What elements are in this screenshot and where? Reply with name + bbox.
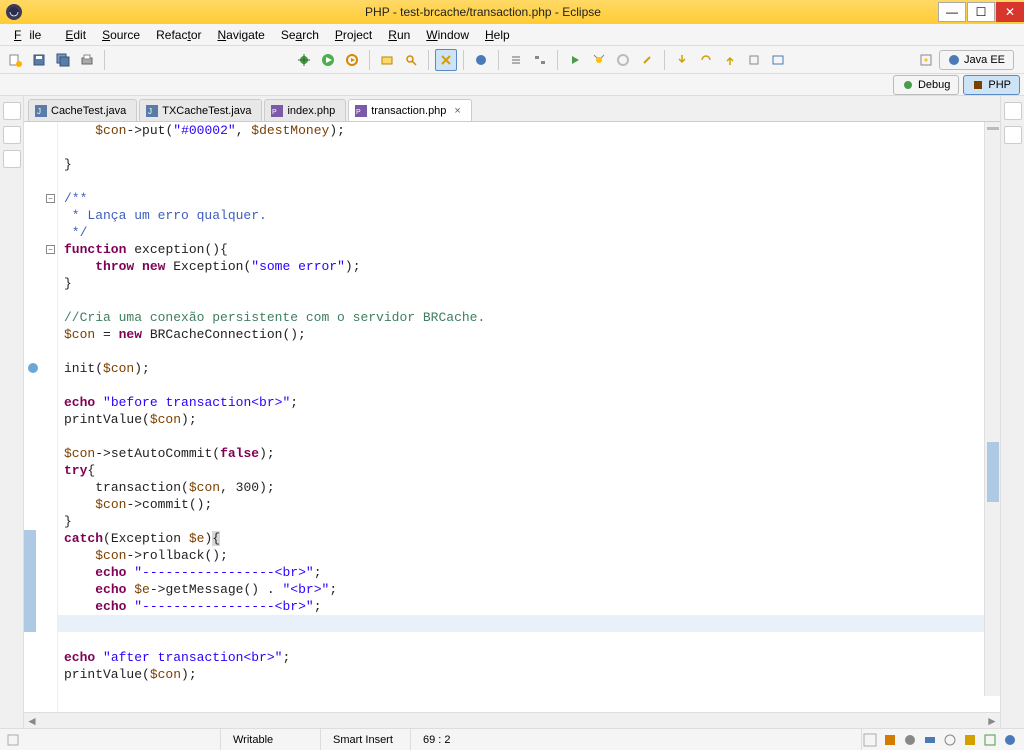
editor-tab[interactable]: JTXCacheTest.java (139, 99, 262, 121)
tray-icon-6[interactable] (962, 732, 978, 748)
editor-tab[interactable]: JCacheTest.java (28, 99, 137, 121)
perspective-php[interactable]: PHP (963, 75, 1020, 95)
svg-text:P: P (356, 109, 361, 116)
menu-window[interactable]: Window (418, 25, 477, 45)
outline-view-button[interactable] (1004, 126, 1022, 144)
scroll-left-icon[interactable]: ◄ (24, 713, 40, 729)
svg-text:P: P (272, 109, 277, 116)
perspective-javaee[interactable]: Java EE (939, 50, 1014, 70)
drop-frame-button[interactable] (743, 49, 765, 71)
web-button[interactable] (470, 49, 492, 71)
fold-toggle-icon[interactable]: − (46, 245, 55, 254)
status-insert: Smart Insert (320, 729, 410, 750)
disconnect-button[interactable] (636, 49, 658, 71)
restore-view-right-button[interactable] (1004, 102, 1022, 120)
current-line-highlight (58, 615, 1000, 632)
info-marker-icon[interactable] (28, 363, 38, 373)
eclipse-icon (6, 4, 22, 20)
main-toolbar: Java EE (0, 46, 1024, 74)
menu-file[interactable]: File (6, 25, 57, 45)
run-last-button[interactable] (341, 49, 363, 71)
status-position: 69 : 2 (410, 729, 480, 750)
resume-button[interactable] (564, 49, 586, 71)
svg-text:J: J (148, 107, 152, 116)
editor-gutter[interactable]: −− (24, 122, 58, 712)
close-button[interactable]: ✕ (996, 2, 1024, 22)
editor-tab[interactable]: Ptransaction.php× (348, 99, 472, 121)
workarea: JCacheTest.javaJTXCacheTest.javaPindex.p… (0, 96, 1024, 728)
change-marker (24, 530, 36, 632)
menu-run[interactable]: Run (380, 25, 418, 45)
step-into-button[interactable] (671, 49, 693, 71)
menu-navigate[interactable]: Navigate (209, 25, 272, 45)
restore-view-button[interactable] (3, 102, 21, 120)
window-title: PHP - test-brcache/transaction.php - Ecl… (28, 5, 938, 19)
statusbar: Writable Smart Insert 69 : 2 (0, 728, 1024, 750)
tray-icon-4[interactable] (922, 732, 938, 748)
status-writable: Writable (220, 729, 320, 750)
toggle-breadcrumb-button[interactable] (529, 49, 551, 71)
tray-icon-2[interactable] (882, 732, 898, 748)
minimize-button[interactable]: — (938, 2, 966, 22)
outline-button[interactable] (505, 49, 527, 71)
type-hierarchy-button[interactable] (3, 150, 21, 168)
toggle-mark-button[interactable] (435, 49, 457, 71)
right-trim (1000, 96, 1024, 728)
horizontal-scrollbar[interactable]: ◄ ► (24, 712, 1000, 728)
overview-ruler[interactable] (984, 122, 1000, 696)
perspective-bar: Debug PHP (0, 74, 1024, 96)
terminate-button[interactable] (612, 49, 634, 71)
svg-text:J: J (37, 107, 41, 116)
fold-toggle-icon[interactable]: − (46, 194, 55, 203)
step-over-button[interactable] (695, 49, 717, 71)
code-editor[interactable]: −− $con->put("#00002", $destMoney); } /*… (24, 122, 1000, 712)
menu-project[interactable]: Project (327, 25, 380, 45)
tray-icon-1[interactable] (862, 732, 878, 748)
save-all-button[interactable] (52, 49, 74, 71)
left-trim (0, 96, 24, 728)
open-type-button[interactable] (376, 49, 398, 71)
use-step-filters-button[interactable] (767, 49, 789, 71)
new-button[interactable] (4, 49, 26, 71)
suspend-button[interactable] (588, 49, 610, 71)
print-button[interactable] (76, 49, 98, 71)
menu-help[interactable]: Help (477, 25, 518, 45)
titlebar: PHP - test-brcache/transaction.php - Ecl… (0, 0, 1024, 24)
open-perspective-button[interactable] (915, 49, 937, 71)
status-left (0, 733, 220, 747)
maximize-button[interactable]: ☐ (967, 2, 995, 22)
tray-icon-5[interactable] (942, 732, 958, 748)
explorer-view-button[interactable] (3, 126, 21, 144)
tray-icon-3[interactable] (902, 732, 918, 748)
tray-icon-7[interactable] (982, 732, 998, 748)
step-return-button[interactable] (719, 49, 741, 71)
status-tray (861, 729, 1024, 750)
perspective-switcher: Java EE (909, 49, 1020, 71)
menu-search[interactable]: Search (273, 25, 327, 45)
perspective-debug[interactable]: Debug (893, 75, 959, 95)
debug-button[interactable] (293, 49, 315, 71)
close-tab-icon[interactable]: × (454, 105, 460, 117)
scroll-right-icon[interactable]: ► (984, 713, 1000, 729)
code-content[interactable]: $con->put("#00002", $destMoney); } /** *… (58, 122, 1000, 683)
editor-area: JCacheTest.javaJTXCacheTest.javaPindex.p… (24, 96, 1000, 728)
search-button[interactable] (400, 49, 422, 71)
status-icon (6, 733, 20, 747)
tray-icon-8[interactable] (1002, 732, 1018, 748)
menu-source[interactable]: Source (94, 25, 148, 45)
editor-tabs: JCacheTest.javaJTXCacheTest.javaPindex.p… (24, 96, 1000, 122)
window-controls: — ☐ ✕ (938, 2, 1024, 22)
editor-tab[interactable]: Pindex.php (264, 99, 346, 121)
code-area[interactable]: $con->put("#00002", $destMoney); } /** *… (58, 122, 1000, 712)
save-button[interactable] (28, 49, 50, 71)
menubar: File Edit Source Refactor Navigate Searc… (0, 24, 1024, 46)
menu-edit[interactable]: Edit (57, 25, 94, 45)
run-button[interactable] (317, 49, 339, 71)
menu-refactor[interactable]: Refactor (148, 25, 209, 45)
